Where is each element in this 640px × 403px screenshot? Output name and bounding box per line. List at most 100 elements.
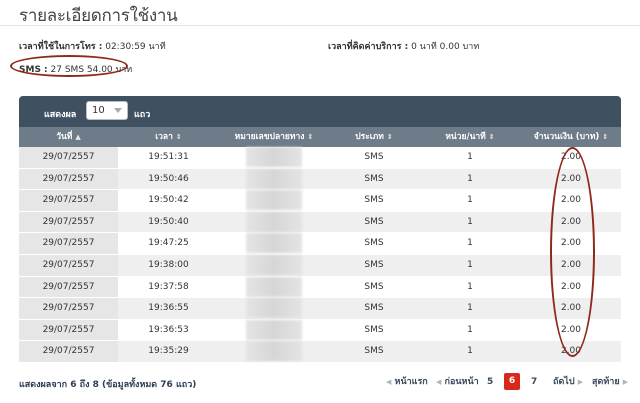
cell-units: 1 (419, 319, 521, 341)
usage-table: แสดงผล 10 แถว วันที่ ▲ เวลา ⇕ หมายเลขปลายท… (19, 96, 621, 363)
cell-destination (219, 168, 329, 190)
sort-icon: ⇕ (602, 133, 609, 141)
table-row: 29/07/2557 19:50:42 SMS 1 2.00 (19, 190, 621, 212)
sort-icon: ⇕ (175, 133, 182, 141)
page-size-value: 10 (92, 105, 105, 116)
amount-highlight-ellipse (550, 147, 595, 357)
cell-time: 19:51:31 (118, 147, 219, 168)
cell-units: 1 (419, 233, 521, 254)
sort-asc-icon: ▲ (75, 133, 81, 141)
cell-time: 19:35:29 (118, 341, 219, 362)
cell-time: 19:36:53 (118, 319, 219, 341)
cell-type: SMS (329, 211, 419, 233)
header-units-label: หน่วย/นาที (445, 132, 486, 142)
table-row: 29/07/2557 19:35:29 SMS 1 2.00 (19, 341, 621, 363)
header-destination-label: หมายเลขปลายทาง (234, 132, 305, 142)
cell-type: SMS (329, 341, 419, 362)
rows-label: แถว (134, 110, 151, 120)
page-size-select[interactable]: 10 (86, 101, 128, 120)
call-time-summary: เวลาที่ใช้ในการโทร : 02:30:59 นาที (19, 39, 166, 53)
cell-date: 29/07/2557 (19, 319, 118, 341)
cell-time: 19:50:42 (118, 190, 219, 211)
table-row: 29/07/2557 19:36:55 SMS 1 2.00 (19, 298, 621, 320)
header-type[interactable]: ประเภท ⇕ (329, 127, 419, 147)
prev-page-label: ก่อนหน้า (444, 377, 479, 387)
cell-destination (219, 190, 329, 211)
sort-icon: ⇕ (386, 133, 393, 141)
cell-type: SMS (329, 276, 419, 298)
cell-destination (219, 298, 329, 319)
header-time-label: เวลา (155, 132, 173, 142)
cell-units: 1 (419, 254, 521, 276)
cell-type: SMS (329, 298, 419, 319)
header-units[interactable]: หน่วย/นาที ⇕ (419, 127, 521, 147)
cell-time: 19:38:00 (118, 254, 219, 276)
header-time[interactable]: เวลา ⇕ (118, 127, 219, 147)
prev-page-link[interactable]: ◀ ก่อนหน้า (436, 372, 479, 392)
page-7-link[interactable]: 7 (531, 372, 537, 392)
header-date[interactable]: วันที่ ▲ (19, 127, 118, 147)
cell-units: 1 (419, 147, 521, 168)
chevron-right-icon: ▶ (577, 378, 584, 386)
header-type-label: ประเภท (355, 132, 384, 142)
charge-time-label: เวลาที่คิดค่าบริการ : (328, 42, 409, 52)
cell-date: 29/07/2557 (19, 190, 118, 211)
cell-date: 29/07/2557 (19, 147, 118, 168)
cell-destination (219, 147, 329, 168)
table-row: 29/07/2557 19:36:53 SMS 1 2.00 (19, 319, 621, 342)
header-date-label: วันที่ (56, 132, 73, 142)
cell-units: 1 (419, 168, 521, 190)
last-page-label: สุดท้าย (592, 377, 620, 387)
cell-destination (219, 341, 329, 362)
page-5-link[interactable]: 5 (487, 372, 493, 392)
sms-highlight-ellipse (10, 55, 128, 77)
header-destination[interactable]: หมายเลขปลายทาง ⇕ (219, 127, 329, 147)
redacted-number (246, 233, 302, 254)
redacted-number (246, 341, 302, 362)
table-header: วันที่ ▲ เวลา ⇕ หมายเลขปลายทาง ⇕ ประเภท ⇕ หน… (19, 127, 621, 147)
table-toolbar: แสดงผล 10 แถว (19, 96, 621, 127)
next-page-label: ถัดไป (553, 377, 575, 387)
first-page-label: หน้าแรก (394, 377, 428, 387)
cell-type: SMS (329, 147, 419, 168)
cell-units: 1 (419, 276, 521, 298)
cell-type: SMS (329, 168, 419, 190)
cell-date: 29/07/2557 (19, 254, 118, 276)
header-amount[interactable]: จำนวนเงิน (บาท) ⇕ (521, 127, 621, 147)
charge-time-value: 0 นาที 0.00 บาท (411, 42, 480, 52)
cell-time: 19:36:55 (118, 298, 219, 319)
table-row: 29/07/2557 19:37:58 SMS 1 2.00 (19, 276, 621, 299)
redacted-number (246, 319, 302, 340)
cell-units: 1 (419, 298, 521, 319)
cell-type: SMS (329, 319, 419, 341)
cell-time: 19:50:40 (118, 211, 219, 233)
page-6-current[interactable]: 6 (504, 373, 520, 390)
next-page-link[interactable]: ถัดไป ▶ (553, 372, 583, 392)
charge-time-summary: เวลาที่คิดค่าบริการ : 0 นาที 0.00 บาท (328, 39, 479, 53)
redacted-number (246, 211, 302, 232)
cell-date: 29/07/2557 (19, 168, 118, 190)
cell-units: 1 (419, 190, 521, 211)
redacted-number (246, 254, 302, 275)
call-time-value: 02:30:59 นาที (105, 42, 166, 52)
cell-type: SMS (329, 233, 419, 254)
cell-destination (219, 254, 329, 276)
cell-time: 19:37:58 (118, 276, 219, 298)
cell-time: 19:47:25 (118, 233, 219, 254)
cell-units: 1 (419, 341, 521, 362)
first-page-link[interactable]: ◀ หน้าแรก (386, 372, 428, 392)
cell-date: 29/07/2557 (19, 341, 118, 362)
sort-icon: ⇕ (307, 133, 314, 141)
cell-date: 29/07/2557 (19, 233, 118, 254)
header-amount-label: จำนวนเงิน (บาท) (533, 132, 600, 142)
redacted-number (246, 298, 302, 319)
redacted-number (246, 168, 302, 189)
last-page-link[interactable]: สุดท้าย ▶ (592, 372, 628, 392)
cell-destination (219, 211, 329, 233)
cell-destination (219, 319, 329, 341)
cell-units: 1 (419, 211, 521, 233)
call-time-label: เวลาที่ใช้ในการโทร : (19, 42, 103, 52)
table-row: 29/07/2557 19:51:31 SMS 1 2.00 (19, 147, 621, 169)
table-body: 29/07/2557 19:51:31 SMS 1 2.00 29/07/2557 19:… (19, 147, 621, 363)
chevron-left-icon: ◀ (386, 378, 392, 386)
